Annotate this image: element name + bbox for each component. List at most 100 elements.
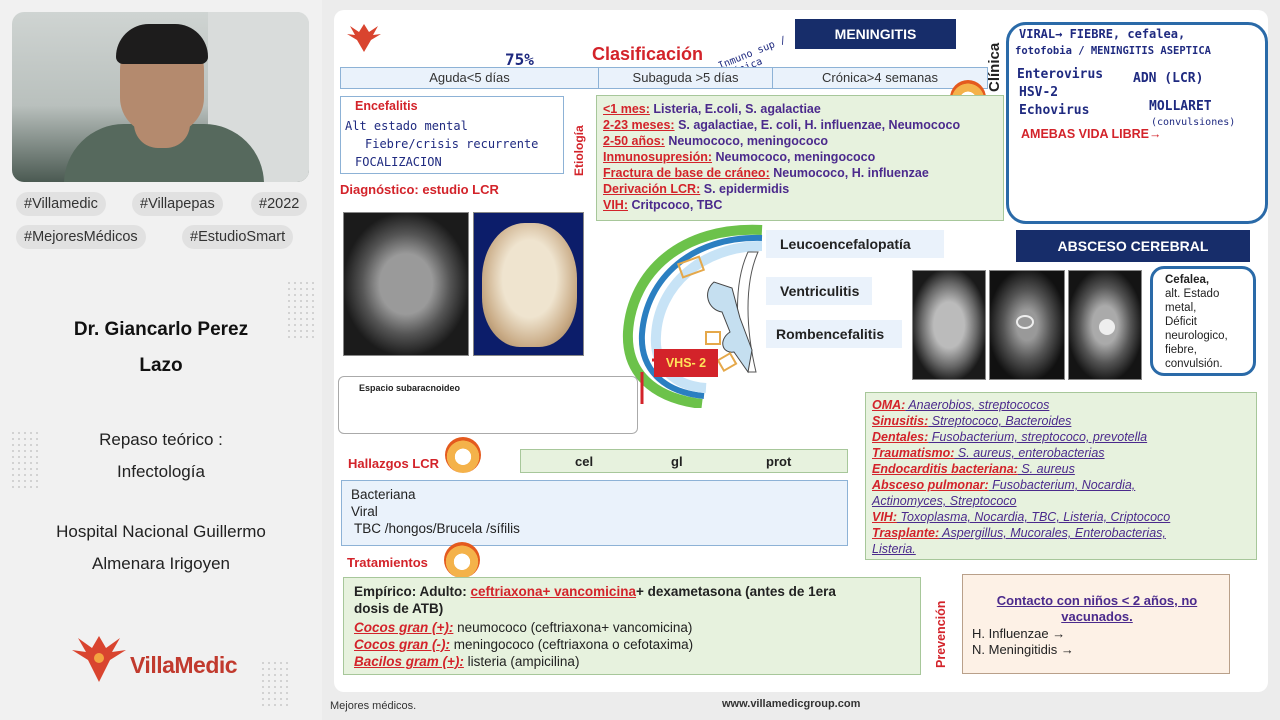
etiologia-value: Neumococo, H. influenzae xyxy=(773,166,929,180)
classification-subacute: Subaguda >5 días xyxy=(599,68,773,88)
tratamiento-key: Cocos gran (+): xyxy=(354,620,454,635)
hallazgos-row: Bacteriana xyxy=(351,487,416,502)
tratamientos-label: Tratamientos xyxy=(347,555,428,570)
symptom-line: Déficit xyxy=(1165,316,1197,328)
etiologia-key: Derivación LCR: xyxy=(603,182,701,196)
cause-row: Absceso pulmonar: Fusobacterium, Nocardi… xyxy=(872,477,1135,493)
cause-key: Trasplante: xyxy=(872,526,940,540)
etiologia-label: Etiología xyxy=(572,125,586,176)
handwritten-note: MOLLARET xyxy=(1149,99,1212,114)
empirico-line: Empírico: Adulto: ceftriaxona+ vancomici… xyxy=(354,584,836,600)
cause-key: VIH: xyxy=(872,510,897,524)
gross-brain-image xyxy=(473,212,584,356)
empirico-prefix: Empírico: Adulto: xyxy=(354,584,471,599)
etiologia-row: VIH: Critpcoco, TBC xyxy=(603,197,722,213)
header-prot: prot xyxy=(766,454,792,469)
cause-row: Actinomyces, Streptococo xyxy=(872,493,1017,509)
phoenix-icon xyxy=(444,542,480,578)
symptom-line: neurologico, xyxy=(1165,330,1228,342)
header-cel: cel xyxy=(575,454,594,469)
handwritten-note: Enterovirus xyxy=(1017,67,1104,82)
diagram-label-rombencefalitis: Rombencefalitis xyxy=(766,320,902,348)
cause-value: Listeria. xyxy=(872,542,916,556)
cause-key: Absceso pulmonar: xyxy=(872,478,989,492)
etiologia-value: Neumococo, meningococo xyxy=(715,150,876,164)
etiologia-key: Fractura de base de cráneo: xyxy=(603,166,770,180)
prevencion-row: N. Meningitidis → xyxy=(972,642,1074,657)
mri-scan-image xyxy=(1068,270,1142,380)
classification-acute: Aguda<5 días xyxy=(341,68,599,88)
cause-key: Sinusitis: xyxy=(872,414,929,428)
absceso-banner: ABSCESO CEREBRAL xyxy=(1016,230,1250,262)
vhs2-badge: VHS- 2 xyxy=(654,349,718,377)
cause-value: S. aureus, enterobacterias xyxy=(954,446,1105,460)
hashtag: #2022 xyxy=(251,192,308,216)
tratamiento-key: Cocos gran (-): xyxy=(354,637,450,652)
cause-key: Endocarditis bacteriana: xyxy=(872,462,1018,476)
doctor-name-line: Lazo xyxy=(139,355,183,376)
espacio-subaracnoideo-box: Espacio subaracnoideo xyxy=(338,376,638,434)
symptom-line: alt. Estado xyxy=(1165,288,1220,300)
cause-key: Dentales: xyxy=(872,430,929,444)
tratamiento-key: Bacilos gram (+): xyxy=(354,654,464,669)
tratamiento-value: listeria (ampicilina) xyxy=(463,654,580,669)
logo-wordmark: VillaMedic xyxy=(130,652,238,678)
cause-value: S. aureus xyxy=(1017,462,1075,476)
handwritten-note: Fiebre/crisis recurrente xyxy=(365,137,539,151)
empirico-drug: ceftriaxona+ vancomicina xyxy=(470,584,636,599)
diagram-label-ventriculitis: Ventriculitis xyxy=(766,277,872,305)
etiologia-row: <1 mes: Listeria, E.coli, S. agalactiae xyxy=(603,101,821,117)
etiologia-key: Inmunosupresión: xyxy=(603,150,713,164)
amebas-label: AMEBAS VIDA LIBRE→ xyxy=(1021,127,1162,141)
cause-value: Anaerobios, streptococos xyxy=(905,398,1050,412)
hashtag: #Villamedic xyxy=(16,192,106,216)
decorative-dots xyxy=(286,280,316,340)
handwritten-note: (convulsiones) xyxy=(1151,117,1236,128)
prevencion-title: Contacto con niños < 2 años, no xyxy=(996,593,1198,608)
phoenix-icon xyxy=(72,636,126,682)
cause-value: Toxoplasma, Nocardia, TBC, Listeria, Cri… xyxy=(897,510,1171,524)
handwritten-note: fotofobia / MENINGITIS ASEPTICA xyxy=(1015,45,1211,57)
header-gl: gl xyxy=(671,454,683,469)
empirico-line-2: dosis de ATB) xyxy=(354,601,444,616)
cause-row: Trasplante: Aspergillus, Mucorales, Ente… xyxy=(872,525,1166,541)
etiologia-box: <1 mes: Listeria, E.coli, S. agalactiae … xyxy=(596,95,1004,221)
prevencion-box: Contacto con niños < 2 años, no vacunado… xyxy=(962,574,1230,674)
cause-value: Fusobacterium, streptococo, prevotella xyxy=(928,430,1148,444)
encefalitis-title: Encefalitis xyxy=(355,99,418,113)
hashtag: #MejoresMédicos xyxy=(16,225,146,249)
etiologia-row: 2-23 meses: S. agalactiae, E. coli, H. i… xyxy=(603,117,960,133)
etiologia-value: S. agalactiae, E. coli, H. influenzae, N… xyxy=(678,118,961,132)
lecture-title-line: Infectología xyxy=(117,462,205,481)
hospital-name-line: Almenara Irigoyen xyxy=(92,554,230,573)
cause-row: Dentales: Fusobacterium, streptococo, pr… xyxy=(872,429,1147,445)
etiologia-value: Listeria, E.coli, S. agalactiae xyxy=(653,102,821,116)
etiologia-row: Inmunosupresión: Neumococo, meningococo xyxy=(603,149,875,165)
ct-scan-image xyxy=(989,270,1065,380)
lecture-title-line: Repaso teórico : xyxy=(99,430,223,449)
hallazgos-label: Hallazgos LCR xyxy=(348,456,440,471)
etiologia-value: Critpcoco, TBC xyxy=(631,198,723,212)
diagram-label-leucoencefalopatia: Leucoencefalopatía xyxy=(766,230,944,258)
tratamiento-row: Cocos gran (+): neumococo (ceftriaxona+ … xyxy=(354,620,692,636)
classification-title: Clasificación xyxy=(592,44,704,64)
cause-row: Sinusitis: Streptococo, Bacteroides xyxy=(872,413,1071,429)
clinica-label: Clínica xyxy=(986,42,1003,92)
tratamientos-box: Empírico: Adulto: ceftriaxona+ vancomici… xyxy=(343,577,921,675)
webcam-feed xyxy=(12,12,309,182)
clinica-box: VIRAL→ FIEBRE, cefalea, fotofobia / MENI… xyxy=(1006,22,1268,224)
mri-brain-image xyxy=(343,212,469,356)
brain-specimen xyxy=(482,223,577,347)
etiologia-value: S. epidermidis xyxy=(703,182,790,196)
cause-key: Traumatismo: xyxy=(872,446,955,460)
hashtag: #Villapepas xyxy=(132,192,223,216)
tratamiento-row: Cocos gran (-): meningococo (ceftriaxona… xyxy=(354,637,693,653)
cause-value: Streptococo, Bacteroides xyxy=(928,414,1072,428)
hallazgos-row: TBC /hongos/Brucela /sífilis xyxy=(354,521,520,536)
symptom-line: Cefalea, xyxy=(1165,274,1210,286)
doctor-name: Dr. Giancarlo Perez Lazo xyxy=(0,312,322,384)
handwritten-note: Alt estado mental xyxy=(345,119,468,133)
symptom-line: convulsión. xyxy=(1165,358,1223,370)
absceso-symptoms-box: Cefalea, alt. Estado metal, Déficit neur… xyxy=(1150,266,1256,376)
hallazgos-header-row: cel gl prot xyxy=(520,449,848,473)
